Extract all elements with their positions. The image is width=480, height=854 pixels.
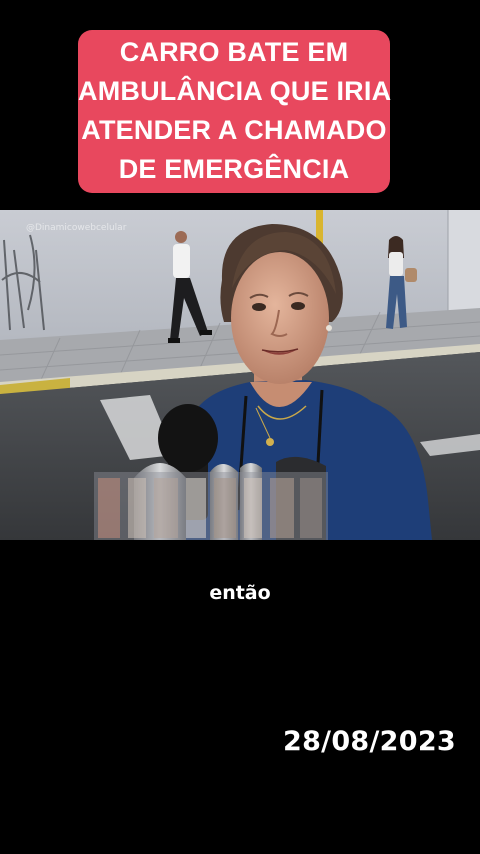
video-watermark: @Dinamicowebcelular xyxy=(26,223,127,233)
interview-scene-image xyxy=(0,210,480,540)
headline-line-4: DE EMERGÊNCIA xyxy=(118,154,350,184)
headline-banner: CARRO BATE EM AMBULÂNCIA QUE IRIA ATENDE… xyxy=(78,30,392,193)
headline-line-3: ATENDER A CHAMADO xyxy=(81,115,387,145)
headline-line-1: CARRO BATE EM xyxy=(119,37,349,67)
headline-line-2: AMBULÂNCIA QUE IRIA xyxy=(78,76,392,106)
video-subtitle: então xyxy=(209,582,271,604)
video-player[interactable]: @Dinamicowebcelular xyxy=(0,210,480,540)
date-stamp: 28/08/2023 xyxy=(282,726,456,757)
